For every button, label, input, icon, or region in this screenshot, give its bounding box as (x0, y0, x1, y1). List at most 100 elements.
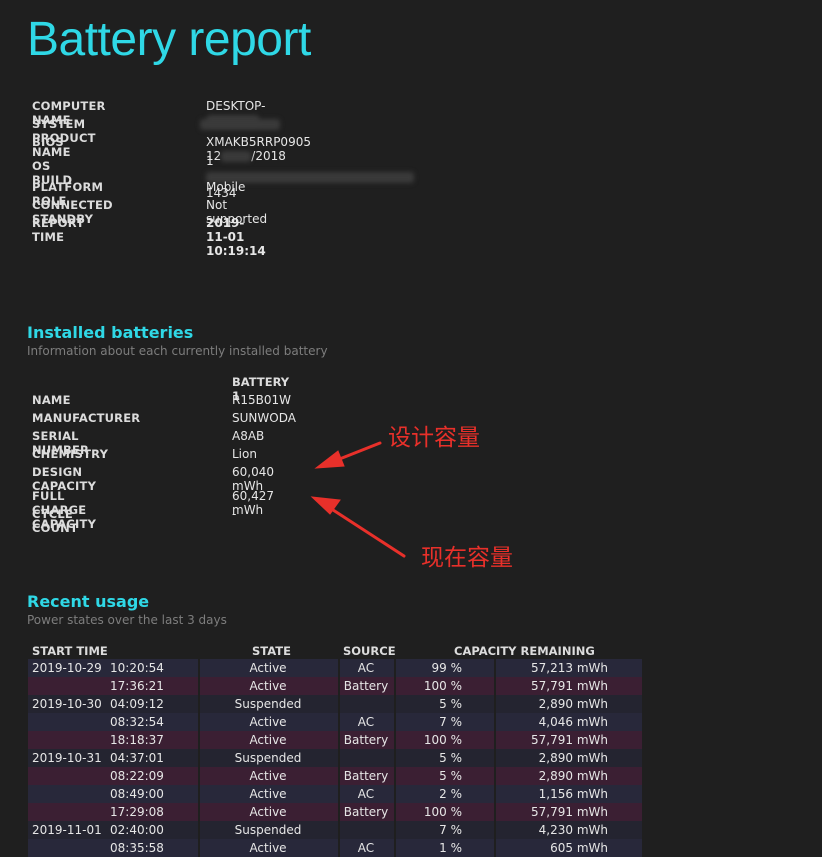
recent-usage-title: Recent usage (27, 592, 150, 611)
usage-source: Battery (343, 805, 389, 819)
usage-row: 08:22:09 Active Battery 5 % 2,890 mWh (28, 767, 642, 785)
column-separator (198, 677, 200, 695)
usage-percent: 100 % (423, 805, 462, 819)
column-separator (338, 785, 340, 803)
battery-key: CHEMISTRY (32, 447, 109, 461)
column-separator (494, 677, 496, 695)
annotation-current-capacity: 现在容量 (421, 545, 513, 571)
installed-batteries-subtitle: Information about each currently install… (27, 344, 328, 358)
usage-source: AC (357, 787, 375, 801)
column-separator (338, 731, 340, 749)
column-separator (394, 839, 396, 857)
column-separator (198, 767, 200, 785)
usage-state: Active (249, 715, 287, 729)
column-separator (494, 731, 496, 749)
battery-value: - (232, 507, 237, 521)
usage-state: Suspended (234, 823, 302, 837)
usage-date (32, 731, 108, 749)
usage-state: Active (249, 661, 287, 675)
column-separator (338, 713, 340, 731)
arrow-current-line (328, 506, 406, 558)
system-key: REPORT TIME (32, 216, 85, 244)
column-separator (494, 767, 496, 785)
usage-date: 2019-10-31 (32, 751, 102, 765)
column-separator (494, 659, 496, 677)
column-separator (198, 731, 200, 749)
usage-date: 2019-10-30 (32, 697, 102, 711)
column-separator (494, 839, 496, 857)
header-source: SOURCE (343, 644, 396, 658)
usage-rows: 2019-10-29 10:20:54 Active AC 99 % 57,213 mWh… (28, 659, 642, 857)
usage-percent: 1 % (439, 841, 462, 855)
usage-row: 08:32:54 Active AC 7 % 4,046 mWh (28, 713, 642, 731)
battery-key: NAME (32, 393, 71, 407)
usage-time: 17:29:08 (110, 805, 164, 819)
column-separator (494, 803, 496, 821)
arrow-design-head (314, 450, 345, 469)
usage-row: 17:29:08 Active Battery 100 % 57,791 mWh (28, 803, 642, 821)
column-separator (494, 785, 496, 803)
usage-row: 08:49:00 Active AC 2 % 1,156 mWh (28, 785, 642, 803)
battery-value: R15B01W (232, 393, 291, 407)
battery-key: MANUFACTURER (32, 411, 141, 425)
usage-state: Active (249, 841, 287, 855)
system-value: Mobile (206, 180, 246, 194)
usage-source: Battery (343, 679, 389, 693)
usage-state: Active (249, 805, 287, 819)
usage-capacity: 1,156 mWh (538, 787, 608, 801)
page-title: Battery report (27, 13, 311, 66)
column-separator (338, 803, 340, 821)
battery-value: 60,427 mWh (232, 489, 274, 517)
usage-time: 08:22:09 (110, 769, 164, 783)
column-separator (394, 785, 396, 803)
system-value: 2019-11-01 10:19:14 (206, 216, 266, 258)
usage-date (32, 803, 108, 821)
usage-time: 08:49:00 (110, 787, 164, 801)
usage-percent: 7 % (439, 715, 462, 729)
battery-value: A8AB (232, 429, 265, 443)
usage-time: 04:09:12 (110, 697, 164, 711)
usage-percent: 100 % (423, 733, 462, 747)
header-state: STATE (252, 644, 291, 658)
usage-source (340, 749, 392, 767)
column-separator (198, 659, 200, 677)
usage-capacity: 2,890 mWh (538, 697, 608, 711)
system-value (200, 117, 280, 131)
usage-row: 08:35:58 Active AC 1 % 605 mWh (28, 839, 642, 857)
usage-capacity: 605 mWh (550, 841, 608, 855)
installed-batteries-title: Installed batteries (27, 323, 194, 342)
usage-date (32, 839, 108, 857)
usage-source: AC (357, 715, 375, 729)
column-separator (198, 785, 200, 803)
usage-state: Active (249, 787, 287, 801)
usage-time: 02:40:00 (110, 823, 164, 837)
usage-source: AC (357, 661, 375, 675)
column-separator (394, 713, 396, 731)
usage-time: 17:36:21 (110, 679, 164, 693)
column-separator (338, 839, 340, 857)
column-separator (198, 749, 200, 767)
usage-date (32, 785, 108, 803)
battery-value: SUNWODA (232, 411, 296, 425)
usage-source: AC (357, 841, 375, 855)
usage-source: Battery (343, 769, 389, 783)
usage-header-row: START TIME STATE SOURCE CAPACITY REMAINI… (28, 641, 642, 659)
column-separator (198, 713, 200, 731)
usage-row: 2019-10-31 04:37:01 Suspended 5 % 2,890 mWh (28, 749, 642, 767)
usage-capacity: 57,791 mWh (531, 805, 608, 819)
usage-percent: 100 % (423, 679, 462, 693)
column-separator (338, 659, 340, 677)
battery-value: Lion (232, 447, 257, 461)
usage-capacity: 2,890 mWh (538, 751, 608, 765)
column-separator (394, 731, 396, 749)
usage-time: 04:37:01 (110, 751, 164, 765)
column-separator (198, 839, 200, 857)
usage-row: 2019-11-01 02:40:00 Suspended 7 % 4,230 mWh (28, 821, 642, 839)
usage-source (340, 821, 392, 839)
annotation-design-capacity: 设计容量 (388, 425, 480, 451)
usage-time: 08:32:54 (110, 715, 164, 729)
column-separator (394, 677, 396, 695)
column-separator (338, 695, 340, 713)
usage-capacity: 2,890 mWh (538, 769, 608, 783)
usage-date (32, 713, 108, 731)
